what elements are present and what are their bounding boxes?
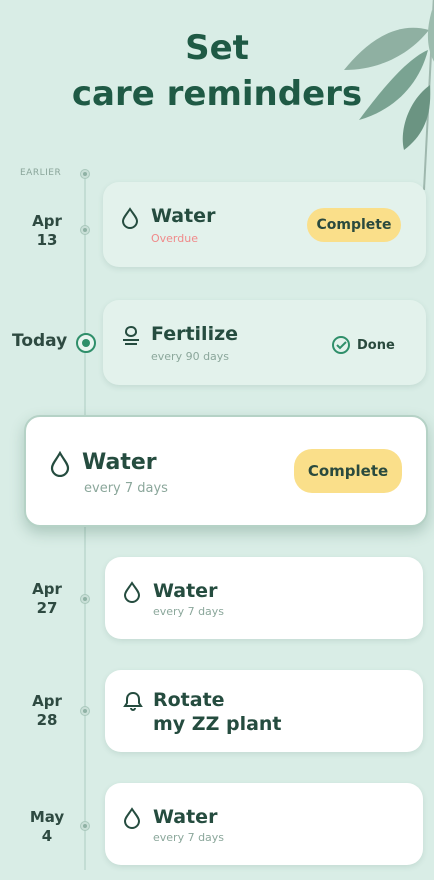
reminder-title: Fertilize xyxy=(151,323,239,345)
reminder-card-highlighted[interactable]: Water every 7 days Complete xyxy=(24,415,428,527)
water-drop-icon xyxy=(121,207,139,229)
reminder-title: Water xyxy=(151,205,216,227)
reminder-title: Water xyxy=(153,806,218,828)
timeline-dot xyxy=(80,169,90,179)
water-drop-icon xyxy=(50,451,70,477)
water-drop-icon xyxy=(123,807,141,829)
reminder-title: Water xyxy=(153,580,218,602)
reminder-title-line2: my ZZ plant xyxy=(153,713,282,735)
date-label: May 4 xyxy=(18,808,76,846)
reminder-status-overdue: Overdue xyxy=(151,232,198,245)
date-month: Apr xyxy=(32,692,62,710)
complete-button[interactable]: Complete xyxy=(294,449,402,493)
reminder-frequency: every 7 days xyxy=(153,831,225,844)
reminder-card[interactable]: Water every 7 days xyxy=(105,783,423,865)
fertilizer-icon xyxy=(123,325,139,345)
today-marker xyxy=(76,333,96,353)
date-month: Apr xyxy=(32,212,62,230)
reminder-card[interactable]: Water Overdue Complete xyxy=(103,182,426,267)
timeline-dot xyxy=(80,225,90,235)
date-label: Apr 27 xyxy=(18,580,76,618)
reminder-card[interactable]: Fertilize every 90 days Done xyxy=(103,300,426,385)
reminder-card[interactable]: Water every 7 days xyxy=(105,557,423,639)
reminder-frequency: every 7 days xyxy=(153,605,225,618)
timeline-dot xyxy=(80,821,90,831)
reminder-frequency: every 90 days xyxy=(151,350,230,363)
complete-button[interactable]: Complete xyxy=(307,208,401,242)
page-title: Set care reminders xyxy=(0,25,434,117)
page-title-line2: care reminders xyxy=(71,74,363,114)
water-drop-icon xyxy=(123,581,141,603)
timeline-dot xyxy=(80,706,90,716)
date-day: 13 xyxy=(36,231,58,249)
date-day: 27 xyxy=(36,599,58,617)
reminder-title-line1: Rotate xyxy=(153,689,225,711)
done-label: Done xyxy=(357,337,395,353)
reminder-title: Water xyxy=(82,450,157,475)
date-label: Apr 13 xyxy=(18,212,76,250)
check-circle-icon xyxy=(332,336,350,354)
date-month: Apr xyxy=(32,580,62,598)
reminder-card[interactable]: Rotate my ZZ plant xyxy=(105,670,423,752)
today-label: Today xyxy=(12,331,68,351)
date-label: Apr 28 xyxy=(18,692,76,730)
date-day: 28 xyxy=(36,711,58,729)
timeline-dot xyxy=(80,594,90,604)
page-title-line1: Set xyxy=(185,28,249,68)
bell-icon xyxy=(123,691,143,711)
date-month: May xyxy=(29,808,65,826)
earlier-label: EARLIER xyxy=(20,168,62,178)
done-indicator[interactable]: Done xyxy=(331,335,395,355)
date-day: 4 xyxy=(41,827,53,845)
reminder-frequency: every 7 days xyxy=(84,481,168,496)
